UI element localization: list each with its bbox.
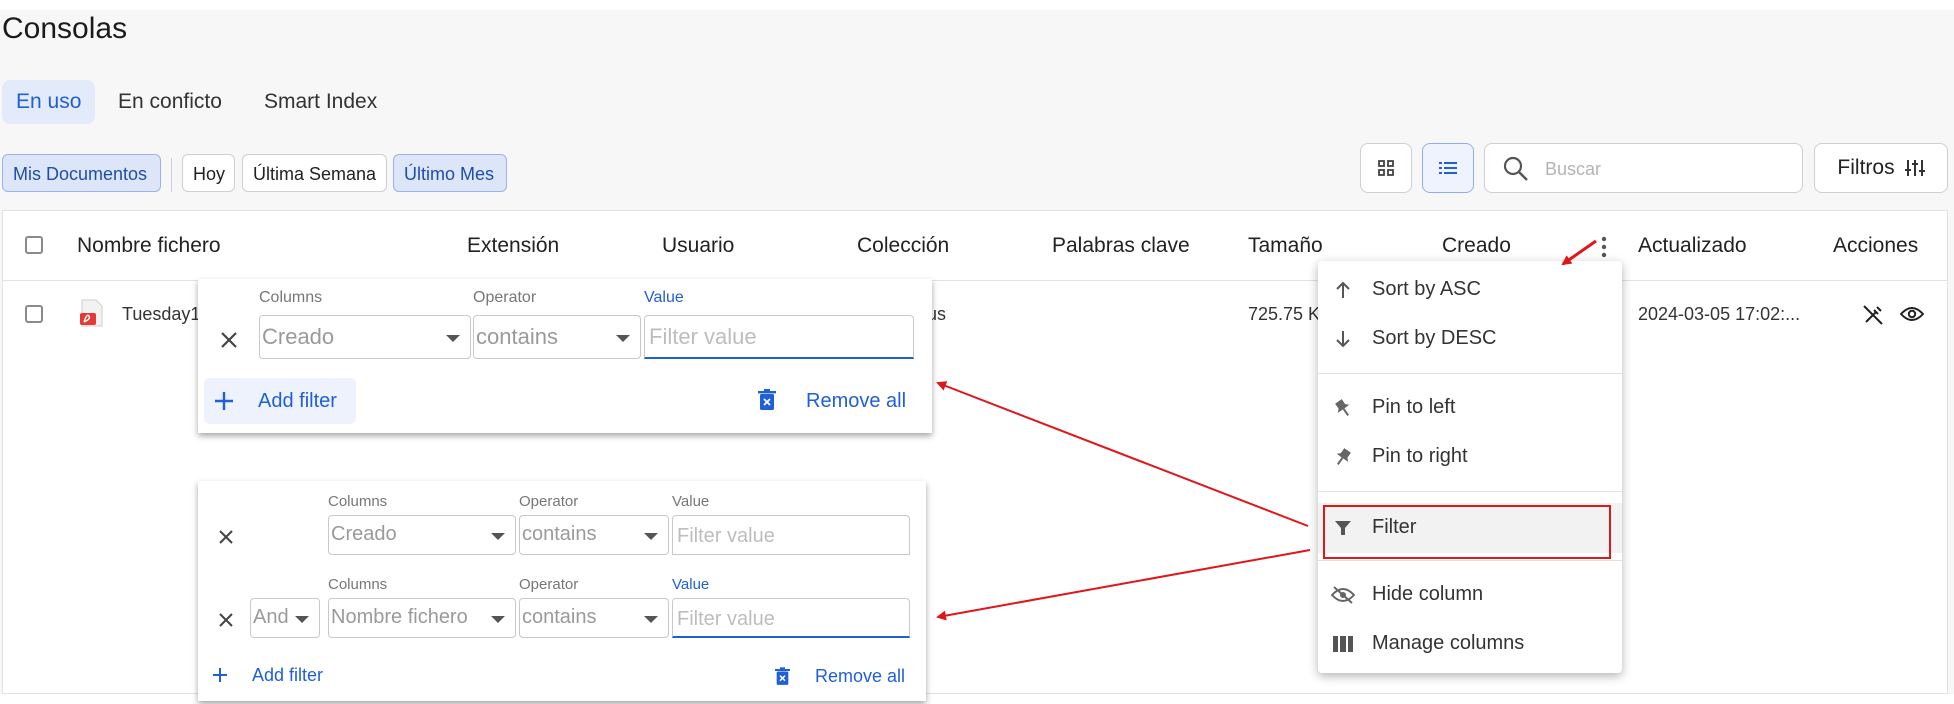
annotation-arrow-3 bbox=[1561, 239, 1597, 266]
annotation-arrow-2 bbox=[936, 549, 1311, 621]
annotation-arrows bbox=[936, 239, 1597, 621]
annotation-arrow-1 bbox=[936, 381, 1309, 527]
screenshot: Consolas En uso En conficto Smart Index … bbox=[0, 0, 1954, 704]
